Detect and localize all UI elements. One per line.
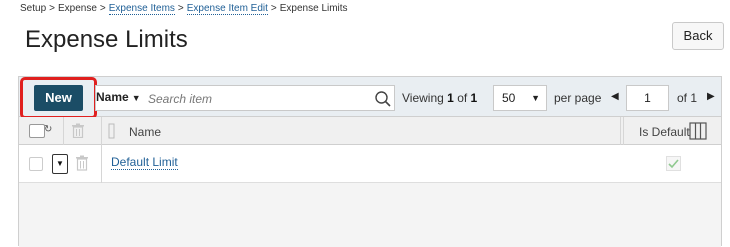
breadcrumb-separator: >: [99, 3, 106, 14]
table-row[interactable]: ▼ Default Limit: [19, 145, 721, 183]
search-box: Name ▼: [95, 85, 395, 111]
grid-empty-area: [19, 183, 721, 247]
row-checkbox[interactable]: [29, 157, 43, 171]
breadcrumb-separator: >: [49, 3, 55, 14]
breadcrumb-setup[interactable]: Setup: [20, 3, 46, 14]
chevron-down-icon[interactable]: ↻: [44, 124, 52, 135]
breadcrumb-current: Expense Limits: [279, 3, 348, 14]
breadcrumb-expense-item-edit[interactable]: Expense Item Edit: [186, 3, 268, 15]
page-title: Expense Limits: [25, 26, 188, 53]
trash-icon[interactable]: [75, 155, 89, 171]
per-page-select[interactable]: 50 ▼: [493, 85, 547, 111]
column-divider: [623, 117, 624, 145]
page-count: of 1: [677, 91, 698, 105]
breadcrumb-expense[interactable]: Expense: [58, 3, 97, 14]
viewing-total: 1: [470, 91, 478, 105]
search-field-label: Name: [96, 90, 129, 104]
search-input[interactable]: [146, 91, 366, 107]
viewing-status: Viewing 1 of 1: [402, 91, 477, 105]
expense-limits-grid: New Name▼ Viewing 1 of 1 50 ▼ per page ◀…: [18, 76, 722, 247]
viewing-of: of: [457, 91, 468, 105]
search-field-select[interactable]: Name ▼: [96, 90, 141, 104]
search-icon[interactable]: [374, 90, 392, 108]
per-page-label: per page: [554, 91, 602, 105]
breadcrumb-separator: >: [177, 3, 184, 14]
breadcrumb-separator: >: [270, 3, 277, 14]
table-header: ↻ Name Is Default: [19, 117, 721, 145]
column-divider: [620, 117, 621, 145]
column-header-is-default[interactable]: Is Default: [639, 125, 690, 139]
select-all-checkbox[interactable]: [29, 124, 45, 138]
chevron-down-icon: ▼: [56, 159, 64, 168]
column-header-name[interactable]: Name: [129, 125, 161, 139]
check-icon: [666, 156, 681, 171]
chevron-down-icon: ▼: [131, 93, 141, 103]
column-divider: [63, 117, 64, 145]
column-divider: [101, 117, 102, 145]
columns-icon[interactable]: [689, 122, 707, 140]
column-divider: [101, 145, 102, 183]
per-page-value: 50: [502, 91, 516, 105]
breadcrumb: Setup > Expense > Expense Items > Expense Item…: [20, 3, 348, 15]
chevron-down-icon: ▼: [531, 93, 540, 103]
row-actions-menu[interactable]: ▼: [52, 154, 68, 174]
column-resize-icon[interactable]: [108, 123, 120, 139]
grid-toolbar: New Name▼ Viewing 1 of 1 50 ▼ per page ◀…: [19, 77, 721, 119]
breadcrumb-expense-items[interactable]: Expense Items: [108, 3, 175, 15]
row-name-link[interactable]: Default Limit: [111, 155, 178, 170]
arrow-right-icon[interactable]: ▶: [707, 91, 715, 102]
viewing-from: 1: [447, 91, 454, 105]
trash-icon: [72, 123, 84, 138]
arrow-left-icon[interactable]: ◀: [611, 91, 619, 102]
new-button-highlight: [20, 77, 97, 119]
viewing-label: Viewing: [402, 91, 444, 105]
page-number-input[interactable]: [626, 85, 669, 111]
back-button[interactable]: Back: [672, 22, 724, 50]
